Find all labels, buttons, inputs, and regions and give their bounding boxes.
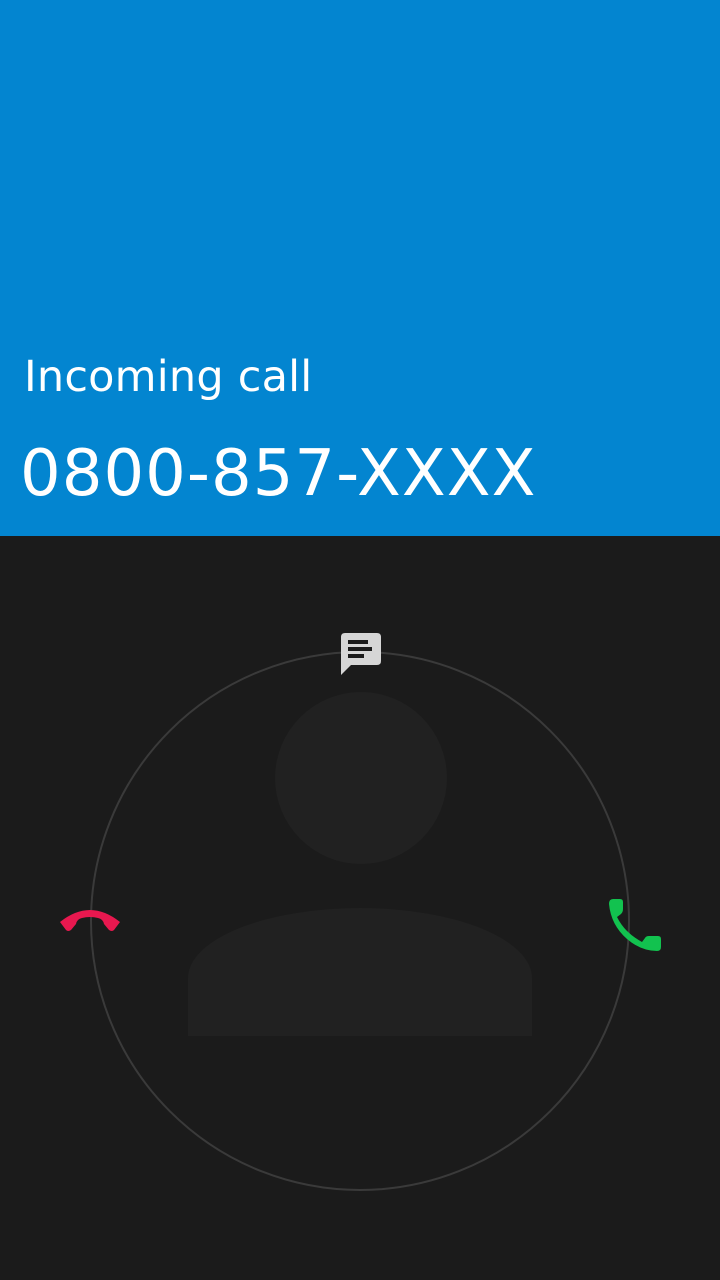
avatar-body-shape bbox=[188, 908, 532, 1036]
caller-phone-number: 0800-857-XXXX bbox=[20, 437, 537, 511]
avatar-head-shape bbox=[275, 692, 447, 864]
phone-answer-icon bbox=[609, 899, 661, 951]
caller-info-header: Incoming call 0800-857-XXXX bbox=[0, 0, 720, 536]
answer-call-button[interactable] bbox=[598, 890, 668, 960]
incoming-call-screen: Incoming call 0800-857-XXXX bbox=[0, 0, 720, 1280]
call-state-label: Incoming call bbox=[24, 352, 313, 402]
contact-avatar-placeholder bbox=[186, 690, 534, 1040]
reply-with-message-button[interactable] bbox=[332, 624, 388, 680]
decline-call-button[interactable] bbox=[50, 890, 130, 950]
phone-hangup-icon bbox=[60, 910, 120, 931]
message-reply-icon bbox=[341, 633, 381, 675]
